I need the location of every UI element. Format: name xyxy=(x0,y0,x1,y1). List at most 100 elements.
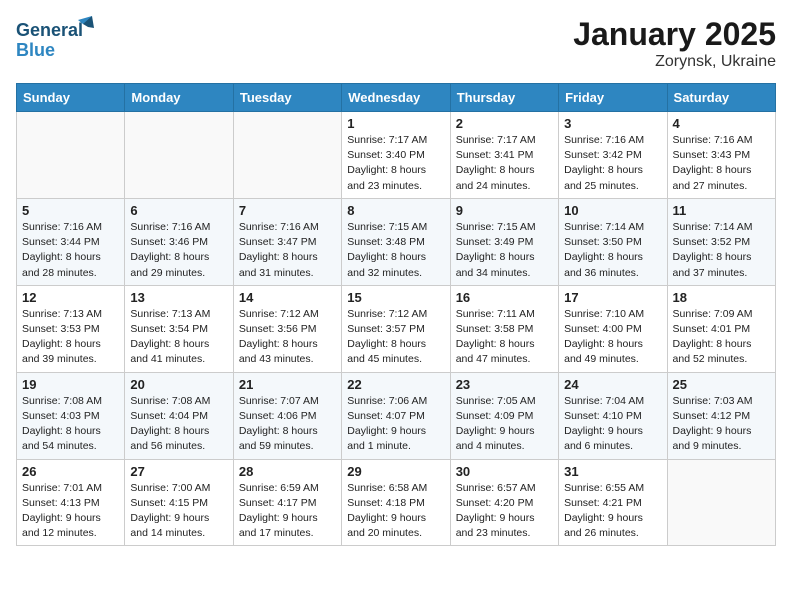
day-info: Sunrise: 7:01 AMSunset: 4:13 PMDaylight:… xyxy=(22,481,119,542)
calendar-cell: 18 Sunrise: 7:09 AMSunset: 4:01 PMDayligh… xyxy=(667,285,775,372)
calendar-cell: 19Sunrise: 7:08 AMSunset: 4:03 PMDayligh… xyxy=(17,372,125,459)
calendar-cell: 11 Sunrise: 7:14 AMSunset: 3:52 PMDayligh… xyxy=(667,198,775,285)
calendar-cell: 21 Sunrise: 7:07 AMSunset: 4:06 PMDayligh… xyxy=(233,372,341,459)
day-number: 12 xyxy=(22,290,119,305)
calendar-cell: 7 Sunrise: 7:16 AMSunset: 3:47 PMDaylight… xyxy=(233,198,341,285)
calendar-cell: 27Sunrise: 7:00 AMSunset: 4:15 PMDayligh… xyxy=(125,459,233,546)
day-number: 18 xyxy=(673,290,770,305)
calendar-cell xyxy=(125,112,233,199)
weekday-header-thursday: Thursday xyxy=(450,84,558,112)
day-number: 6 xyxy=(130,203,227,218)
svg-text:General: General xyxy=(16,20,83,40)
calendar-cell: 30Sunrise: 6:57 AMSunset: 4:20 PMDayligh… xyxy=(450,459,558,546)
day-number: 11 xyxy=(673,203,770,218)
day-number: 21 xyxy=(239,377,336,392)
calendar-cell: 28 Sunrise: 6:59 AMSunset: 4:17 PMDayligh… xyxy=(233,459,341,546)
day-info: Sunrise: 6:58 AMSunset: 4:18 PMDaylight:… xyxy=(347,481,444,542)
title-block: January 2025 Zorynsk, Ukraine xyxy=(573,16,776,71)
day-info: Sunrise: 7:09 AMSunset: 4:01 PMDaylight:… xyxy=(673,307,770,368)
calendar-week-5: 26Sunrise: 7:01 AMSunset: 4:13 PMDayligh… xyxy=(17,459,776,546)
day-number: 3 xyxy=(564,116,661,131)
day-info: Sunrise: 7:16 AMSunset: 3:46 PMDaylight:… xyxy=(130,220,227,281)
day-info: Sunrise: 7:14 AMSunset: 3:52 PMDaylight:… xyxy=(673,220,770,281)
calendar-cell: 17 Sunrise: 7:10 AMSunset: 4:00 PMDayligh… xyxy=(559,285,667,372)
location-subtitle: Zorynsk, Ukraine xyxy=(573,53,776,71)
day-number: 25 xyxy=(673,377,770,392)
day-number: 28 xyxy=(239,464,336,479)
calendar-cell: 14 Sunrise: 7:12 AMSunset: 3:56 PMDayligh… xyxy=(233,285,341,372)
calendar-cell: 20 Sunrise: 7:08 AMSunset: 4:04 PMDayligh… xyxy=(125,372,233,459)
weekday-header-wednesday: Wednesday xyxy=(342,84,450,112)
calendar-cell: 31Sunrise: 6:55 AMSunset: 4:21 PMDayligh… xyxy=(559,459,667,546)
day-number: 30 xyxy=(456,464,553,479)
day-number: 7 xyxy=(239,203,336,218)
day-number: 22 xyxy=(347,377,444,392)
day-number: 31 xyxy=(564,464,661,479)
day-info: Sunrise: 6:59 AMSunset: 4:17 PMDaylight:… xyxy=(239,481,336,542)
calendar-week-4: 19Sunrise: 7:08 AMSunset: 4:03 PMDayligh… xyxy=(17,372,776,459)
day-info: Sunrise: 7:00 AMSunset: 4:15 PMDaylight:… xyxy=(130,481,227,542)
calendar-cell: 5Sunrise: 7:16 AMSunset: 3:44 PMDaylight… xyxy=(17,198,125,285)
day-info: Sunrise: 7:17 AMSunset: 3:41 PMDaylight:… xyxy=(456,133,553,194)
day-number: 23 xyxy=(456,377,553,392)
day-info: Sunrise: 7:16 AMSunset: 3:43 PMDaylight:… xyxy=(673,133,770,194)
calendar-cell: 26Sunrise: 7:01 AMSunset: 4:13 PMDayligh… xyxy=(17,459,125,546)
day-info: Sunrise: 7:16 AMSunset: 3:44 PMDaylight:… xyxy=(22,220,119,281)
calendar-cell: 9 Sunrise: 7:15 AMSunset: 3:49 PMDaylight… xyxy=(450,198,558,285)
day-info: Sunrise: 7:10 AMSunset: 4:00 PMDaylight:… xyxy=(564,307,661,368)
calendar-cell: 25 Sunrise: 7:03 AMSunset: 4:12 PMDayligh… xyxy=(667,372,775,459)
calendar-cell xyxy=(17,112,125,199)
day-info: Sunrise: 7:12 AMSunset: 3:56 PMDaylight:… xyxy=(239,307,336,368)
month-year-title: January 2025 xyxy=(573,16,776,53)
weekday-header-row: SundayMondayTuesdayWednesdayThursdayFrid… xyxy=(17,84,776,112)
day-info: Sunrise: 7:05 AMSunset: 4:09 PMDaylight:… xyxy=(456,394,553,455)
day-number: 24 xyxy=(564,377,661,392)
calendar-cell: 2Sunrise: 7:17 AMSunset: 3:41 PMDaylight… xyxy=(450,112,558,199)
calendar-table: SundayMondayTuesdayWednesdayThursdayFrid… xyxy=(16,83,776,546)
calendar-cell: 24 Sunrise: 7:04 AMSunset: 4:10 PMDayligh… xyxy=(559,372,667,459)
day-info: Sunrise: 7:13 AMSunset: 3:53 PMDaylight:… xyxy=(22,307,119,368)
day-number: 13 xyxy=(130,290,227,305)
calendar-cell: 10 Sunrise: 7:14 AMSunset: 3:50 PMDayligh… xyxy=(559,198,667,285)
calendar-cell xyxy=(667,459,775,546)
weekday-header-friday: Friday xyxy=(559,84,667,112)
calendar-cell: 4 Sunrise: 7:16 AMSunset: 3:43 PMDaylight… xyxy=(667,112,775,199)
day-info: Sunrise: 7:15 AMSunset: 3:49 PMDaylight:… xyxy=(456,220,553,281)
day-number: 14 xyxy=(239,290,336,305)
calendar-cell: 3 Sunrise: 7:16 AMSunset: 3:42 PMDaylight… xyxy=(559,112,667,199)
day-info: Sunrise: 7:06 AMSunset: 4:07 PMDaylight:… xyxy=(347,394,444,455)
day-number: 10 xyxy=(564,203,661,218)
calendar-cell: 12 Sunrise: 7:13 AMSunset: 3:53 PMDayligh… xyxy=(17,285,125,372)
calendar-cell: 15Sunrise: 7:12 AMSunset: 3:57 PMDayligh… xyxy=(342,285,450,372)
day-number: 1 xyxy=(347,116,444,131)
calendar-cell: 22 Sunrise: 7:06 AMSunset: 4:07 PMDayligh… xyxy=(342,372,450,459)
calendar-cell: 8 Sunrise: 7:15 AMSunset: 3:48 PMDaylight… xyxy=(342,198,450,285)
day-info: Sunrise: 7:15 AMSunset: 3:48 PMDaylight:… xyxy=(347,220,444,281)
day-number: 20 xyxy=(130,377,227,392)
day-number: 8 xyxy=(347,203,444,218)
svg-text:Blue: Blue xyxy=(16,40,55,60)
day-info: Sunrise: 7:14 AMSunset: 3:50 PMDaylight:… xyxy=(564,220,661,281)
day-info: Sunrise: 7:12 AMSunset: 3:57 PMDaylight:… xyxy=(347,307,444,368)
day-info: Sunrise: 7:16 AMSunset: 3:47 PMDaylight:… xyxy=(239,220,336,281)
day-info: Sunrise: 7:08 AMSunset: 4:04 PMDaylight:… xyxy=(130,394,227,455)
day-info: Sunrise: 7:03 AMSunset: 4:12 PMDaylight:… xyxy=(673,394,770,455)
calendar-cell: 1Sunrise: 7:17 AMSunset: 3:40 PMDaylight… xyxy=(342,112,450,199)
weekday-header-saturday: Saturday xyxy=(667,84,775,112)
day-number: 19 xyxy=(22,377,119,392)
day-number: 29 xyxy=(347,464,444,479)
day-info: Sunrise: 7:11 AMSunset: 3:58 PMDaylight:… xyxy=(456,307,553,368)
day-number: 4 xyxy=(673,116,770,131)
day-number: 16 xyxy=(456,290,553,305)
weekday-header-sunday: Sunday xyxy=(17,84,125,112)
day-number: 17 xyxy=(564,290,661,305)
calendar-week-2: 5Sunrise: 7:16 AMSunset: 3:44 PMDaylight… xyxy=(17,198,776,285)
day-info: Sunrise: 7:16 AMSunset: 3:42 PMDaylight:… xyxy=(564,133,661,194)
day-number: 9 xyxy=(456,203,553,218)
calendar-cell: 23 Sunrise: 7:05 AMSunset: 4:09 PMDayligh… xyxy=(450,372,558,459)
weekday-header-monday: Monday xyxy=(125,84,233,112)
calendar-cell xyxy=(233,112,341,199)
day-info: Sunrise: 7:07 AMSunset: 4:06 PMDaylight:… xyxy=(239,394,336,455)
weekday-header-tuesday: Tuesday xyxy=(233,84,341,112)
day-info: Sunrise: 7:04 AMSunset: 4:10 PMDaylight:… xyxy=(564,394,661,455)
